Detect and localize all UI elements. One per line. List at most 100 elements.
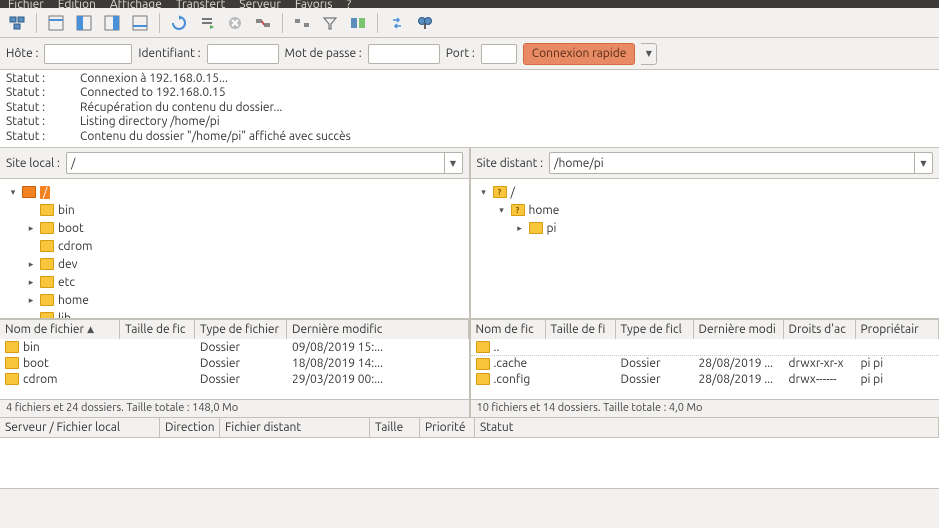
list-item[interactable]: boot Dossier 18/08/2019 14:...	[0, 355, 469, 371]
col-size[interactable]: Taille	[370, 418, 420, 437]
list-item[interactable]: ..	[471, 339, 939, 355]
tree-item[interactable]: ▸ dev	[2, 255, 467, 273]
menu-item[interactable]: Fichier	[8, 0, 44, 8]
log-key: Statut :	[6, 130, 56, 144]
col-size[interactable]: Taille de fic	[120, 320, 195, 339]
file-name: .config	[494, 373, 531, 386]
file-mod: 09/08/2019 15:...	[287, 341, 469, 354]
col-status[interactable]: Statut	[475, 418, 939, 437]
col-name[interactable]: Nom de fic	[471, 320, 546, 339]
list-item[interactable]: .cache Dossier 28/08/2019 ... drwxr-xr-x…	[471, 355, 939, 371]
tree-label: home	[58, 294, 89, 307]
menu-bar: Fichier Édition Affichage Transfert Serv…	[0, 0, 939, 8]
expand-icon[interactable]: ▾	[497, 205, 507, 216]
search-button[interactable]	[414, 12, 436, 34]
menu-item[interactable]: Édition	[58, 0, 96, 8]
menu-item[interactable]: Affichage	[110, 0, 162, 8]
tree-item[interactable]: ▸ etc	[2, 273, 467, 291]
list-item[interactable]: cdrom Dossier 29/03/2019 00:...	[0, 371, 469, 387]
tree-item[interactable]: ▾ ? home	[473, 201, 938, 219]
queue-tab[interactable]	[6, 492, 9, 505]
tree-item[interactable]: ▾ ? /	[473, 183, 938, 201]
tree-item[interactable]: bin	[2, 201, 467, 219]
folder-icon	[476, 341, 490, 353]
tree-item[interactable]: ▸ boot	[2, 219, 467, 237]
local-tree[interactable]: ▾ / bin ▸ boot cdrom ▸ dev ▸ etc ▸ home	[0, 178, 469, 319]
col-mod[interactable]: Dernière modific	[287, 320, 469, 339]
port-input[interactable]	[481, 44, 517, 64]
sync-browsing-button[interactable]	[386, 12, 408, 34]
pass-input[interactable]	[368, 44, 440, 64]
tree-label: cdrom	[58, 240, 92, 253]
tree-item[interactable]: ▸ pi	[473, 219, 938, 237]
toggle-remote-tree-button[interactable]	[101, 12, 123, 34]
col-mod[interactable]: Dernière modi	[694, 320, 784, 339]
filter-button[interactable]	[319, 12, 341, 34]
col-type[interactable]: Type de ficl	[616, 320, 694, 339]
expand-icon[interactable]: ▸	[515, 223, 525, 234]
site-manager-button[interactable]	[6, 12, 28, 34]
tree-item[interactable]: ▸ home	[2, 291, 467, 309]
separator	[36, 13, 37, 33]
chevron-down-icon[interactable]: ▼	[444, 153, 462, 173]
local-file-list[interactable]: bin Dossier 09/08/2019 15:... boot Dossi…	[0, 339, 469, 399]
expand-icon[interactable]: ▾	[8, 187, 18, 198]
col-owner[interactable]: Propriétair	[856, 320, 939, 339]
quickconnect-history-button[interactable]: ▼	[641, 43, 657, 65]
tree-item[interactable]: ▾ /	[2, 183, 467, 201]
menu-item[interactable]: Favoris	[295, 0, 333, 8]
tree-label: dev	[58, 258, 78, 271]
toggle-local-tree-button[interactable]	[73, 12, 95, 34]
col-name[interactable]: Nom de fichier▲	[0, 320, 120, 339]
file-type: Dossier	[195, 373, 287, 386]
tree-item[interactable]: cdrom	[2, 237, 467, 255]
reconnect-button[interactable]	[291, 12, 313, 34]
user-input[interactable]	[207, 44, 279, 64]
toggle-queue-button[interactable]	[129, 12, 151, 34]
compare-button[interactable]	[347, 12, 369, 34]
tree-label: pi	[547, 222, 557, 235]
refresh-button[interactable]	[168, 12, 190, 34]
list-item[interactable]: .config Dossier 28/08/2019 ... drwx-----…	[471, 371, 939, 387]
quickconnect-button[interactable]: Connexion rapide	[523, 43, 636, 65]
folder-icon	[40, 312, 54, 319]
folder-icon	[40, 204, 54, 216]
expand-icon[interactable]: ▸	[26, 277, 36, 288]
expand-icon[interactable]: ▾	[479, 187, 489, 198]
chevron-down-icon[interactable]: ▼	[914, 153, 932, 173]
col-server-file[interactable]: Serveur / Fichier local	[0, 418, 160, 437]
col-size[interactable]: Taille de fi	[546, 320, 616, 339]
remote-path-input[interactable]	[550, 157, 914, 170]
disconnect-button[interactable]	[252, 12, 274, 34]
message-log[interactable]: Statut :Connexion à 192.168.0.15... Stat…	[0, 70, 939, 148]
toolbar	[0, 8, 939, 38]
process-queue-button[interactable]	[196, 12, 218, 34]
remote-tree[interactable]: ▾ ? / ▾ ? home ▸ pi	[471, 178, 939, 319]
file-type: Dossier	[195, 341, 287, 354]
tree-item[interactable]: lib	[2, 309, 467, 319]
expand-icon[interactable]: ▸	[26, 259, 36, 270]
host-input[interactable]	[44, 44, 132, 64]
local-path-combo[interactable]: ▼	[66, 152, 463, 174]
menu-item[interactable]: Serveur	[239, 0, 281, 8]
queue-list[interactable]	[0, 438, 939, 488]
expand-icon[interactable]: ▸	[26, 295, 36, 306]
local-path-input[interactable]	[67, 157, 444, 170]
col-type[interactable]: Type de fichier	[195, 320, 287, 339]
menu-item[interactable]: Transfert	[176, 0, 225, 8]
remote-path-combo[interactable]: ▼	[549, 152, 933, 174]
col-remote-file[interactable]: Fichier distant	[220, 418, 370, 437]
menu-item[interactable]: ?	[346, 0, 351, 8]
cancel-button[interactable]	[224, 12, 246, 34]
folder-icon	[5, 373, 19, 385]
remote-site-label: Site distant :	[477, 157, 544, 170]
col-priority[interactable]: Priorité	[420, 418, 475, 437]
list-item[interactable]: bin Dossier 09/08/2019 15:...	[0, 339, 469, 355]
folder-unknown-icon: ?	[493, 186, 507, 198]
remote-file-list[interactable]: .. .cache Dossier 28/08/2019 ... drwxr-x…	[471, 339, 939, 399]
expand-icon[interactable]: ▸	[26, 223, 36, 234]
col-direction[interactable]: Direction	[160, 418, 220, 437]
toggle-log-button[interactable]	[45, 12, 67, 34]
tree-label: /	[511, 186, 515, 199]
col-perm[interactable]: Droits d'ac	[784, 320, 856, 339]
